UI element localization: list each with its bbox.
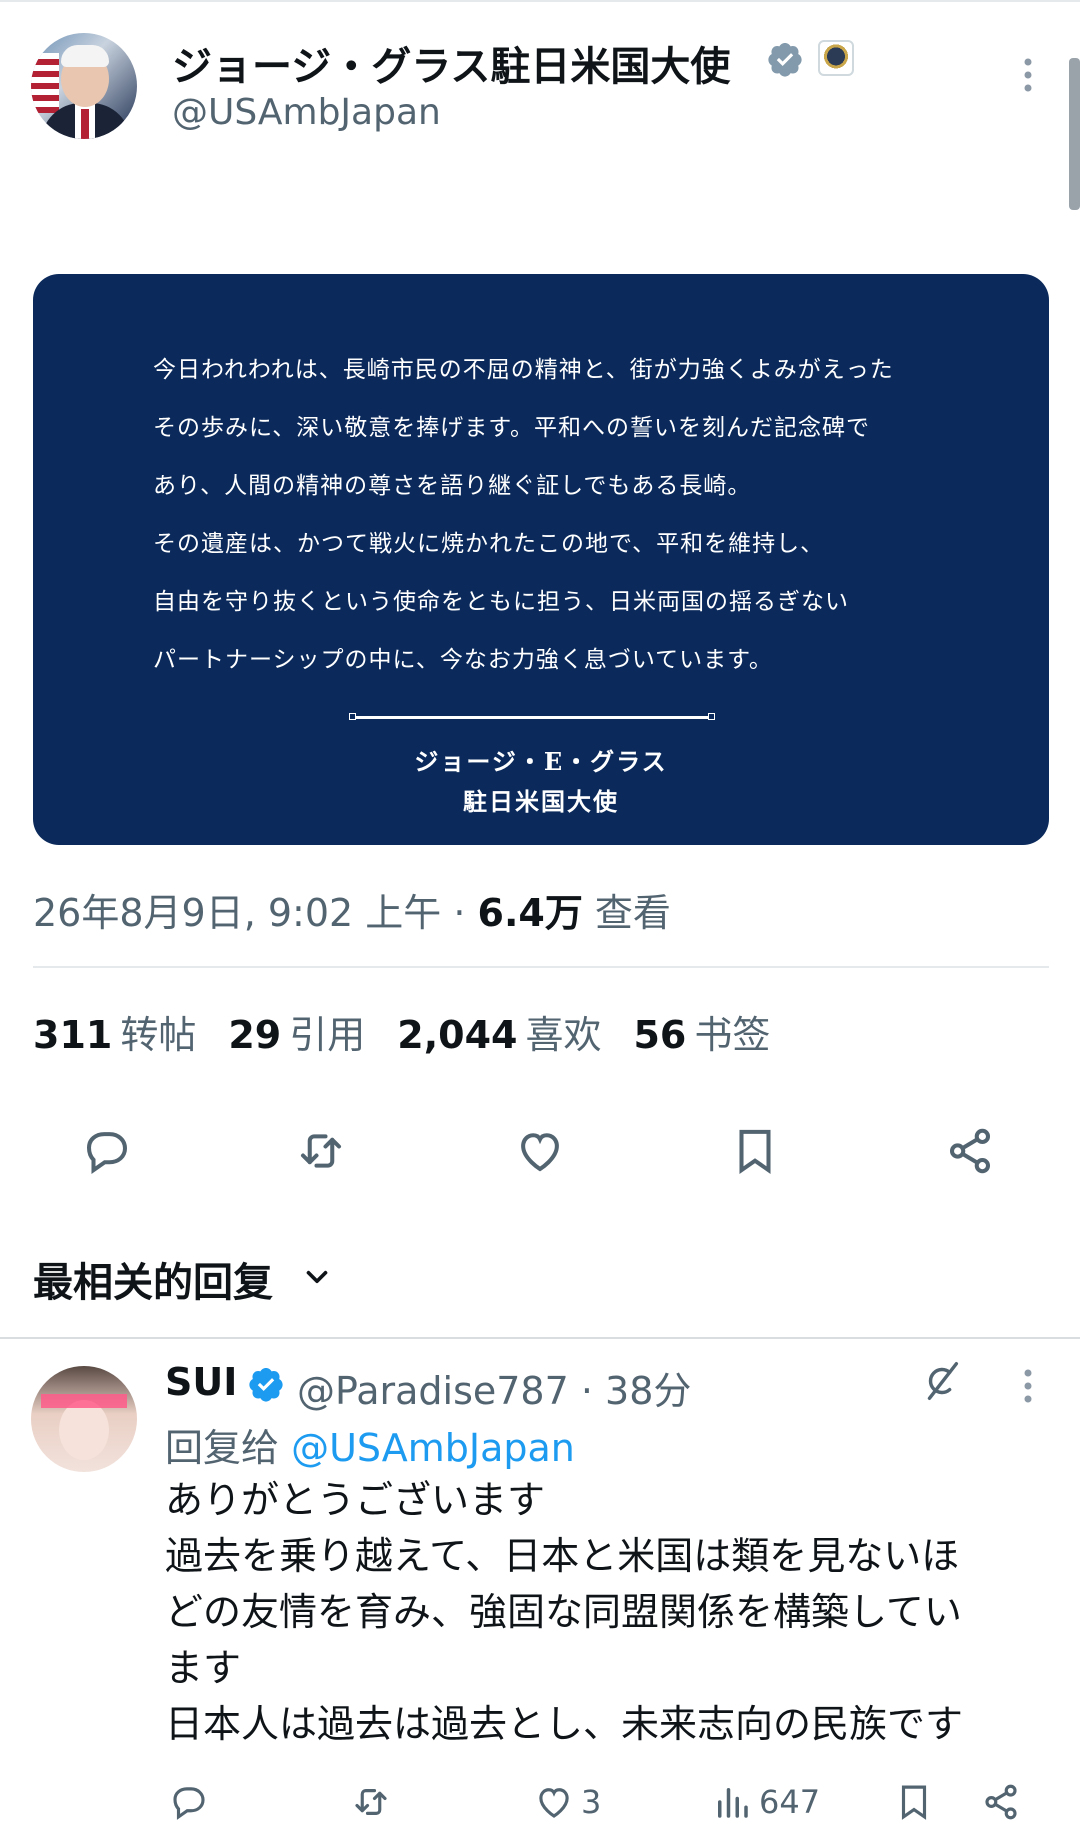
share-button[interactable] xyxy=(943,1124,997,1178)
view-count: 6.4万 xyxy=(477,891,583,935)
share-icon xyxy=(949,1128,991,1174)
engagement-stats: 311 转帖 29 引用 2,044 喜欢 56 书签 xyxy=(33,1004,802,1059)
reply-author-name[interactable]: SUI xyxy=(165,1360,237,1404)
image-text-line: その歩みに、深い敬意を捧げます。平和への誓いを刻んだ記念碑で xyxy=(153,415,871,441)
reply-share-button[interactable] xyxy=(980,1778,1022,1826)
retweet-icon xyxy=(300,1134,342,1168)
signature-title: 駐日米国大使 xyxy=(463,787,619,816)
more-options-icon[interactable] xyxy=(1010,1363,1046,1409)
reply-to-line: 回复给 @USAmbJapan xyxy=(165,1426,575,1470)
retweet-icon xyxy=(355,1789,387,1815)
verified-badge-icon xyxy=(768,43,802,77)
reply-avatar[interactable] xyxy=(31,1366,137,1472)
reply-text: ありがとうございます 過去を乗り越えて、日本と米国は類を見ないほ どの友情を育み… xyxy=(165,1472,1045,1752)
stat-reposts[interactable]: 311 转帖 xyxy=(33,1013,228,1057)
reply-bookmark-button[interactable] xyxy=(893,1778,935,1826)
author-name[interactable]: ジョージ・グラス駐日米国大使 xyxy=(172,34,730,92)
affiliation-badge-icon[interactable] xyxy=(818,40,854,76)
reply-sort-dropdown[interactable]: 最相关的回复 xyxy=(33,1250,273,1308)
like-button[interactable] xyxy=(513,1124,567,1178)
image-text-line: その遺産は、かつて戦火に焼かれたこの地で、平和を維持し、 xyxy=(153,531,825,557)
reply-text-line: ます xyxy=(165,1646,242,1690)
image-text-line: 今日われわれは、長崎市民の不屈の精神と、街が力強くよみがえった xyxy=(153,357,894,383)
author-handle[interactable]: @USAmbJapan xyxy=(172,92,441,133)
signature-name: ジョージ・E・グラス xyxy=(414,747,668,776)
bookmark-icon xyxy=(739,1129,771,1175)
like-icon xyxy=(539,1788,569,1818)
reply-to-handle-link[interactable]: @USAmbJapan xyxy=(291,1426,575,1470)
reply-text-line: 日本人は過去は過去とし、未来志向の民族です xyxy=(165,1702,964,1746)
reply-view-count: 647 xyxy=(759,1783,821,1821)
analytics-icon xyxy=(718,1788,748,1818)
author-avatar[interactable] xyxy=(31,33,137,139)
verified-badge-icon xyxy=(249,1368,283,1402)
ornamental-rule xyxy=(349,713,715,720)
stat-quotes[interactable]: 29 引用 xyxy=(228,1013,397,1057)
top-divider xyxy=(0,0,1080,2)
retweet-button[interactable] xyxy=(294,1124,348,1178)
divider xyxy=(0,1337,1080,1339)
tweet-timestamp[interactable]: 26年8月9日, 9:02 上午 · 6.4万 查看 xyxy=(33,882,671,937)
image-text-line: パートナーシップの中に、今なお力強く息づいています。 xyxy=(153,647,773,673)
chevron-down-icon[interactable] xyxy=(300,1260,334,1294)
reply-retweet-button[interactable] xyxy=(350,1778,392,1826)
reply-button[interactable] xyxy=(80,1124,134,1178)
reply-like-count: 3 xyxy=(581,1783,602,1821)
reply-text-line: ありがとうございます xyxy=(165,1478,546,1522)
like-icon xyxy=(521,1133,559,1172)
grok-icon[interactable] xyxy=(918,1358,964,1404)
reply-text-line: 過去を乗り越えて、日本と米国は類を見ないほ xyxy=(165,1534,960,1578)
stat-bookmarks[interactable]: 56 书签 xyxy=(633,1013,802,1057)
reply-views-button[interactable]: 647 xyxy=(711,1778,820,1826)
reply-text-line: どの友情を育み、強固な同盟関係を構築してい xyxy=(165,1590,962,1634)
reply-handle-time[interactable]: @Paradise787 · 38分 xyxy=(297,1360,691,1415)
reply-icon xyxy=(86,1132,128,1175)
bookmark-icon xyxy=(901,1785,927,1820)
image-text-line: あり、人間の精神の尊さを語り継ぐ証しでもある長崎。 xyxy=(153,473,752,499)
stat-likes[interactable]: 2,044 喜欢 xyxy=(397,1013,633,1057)
divider xyxy=(33,966,1049,968)
reply-like-button[interactable]: 3 xyxy=(533,1778,601,1826)
more-options-icon[interactable] xyxy=(1010,50,1046,100)
reply-reply-button[interactable] xyxy=(168,1778,210,1826)
image-text-line: 自由を守り抜くという使命をともに担う、日米両国の揺るぎない xyxy=(153,589,849,615)
share-icon xyxy=(985,1784,1017,1820)
bookmark-button[interactable] xyxy=(728,1124,782,1178)
reply-icon xyxy=(173,1787,205,1820)
scrollbar[interactable] xyxy=(1069,58,1080,210)
tweet-image[interactable]: 今日われわれは、長崎市民の不屈の精神と、街が力強くよみがえった その歩みに、深い… xyxy=(33,274,1049,845)
